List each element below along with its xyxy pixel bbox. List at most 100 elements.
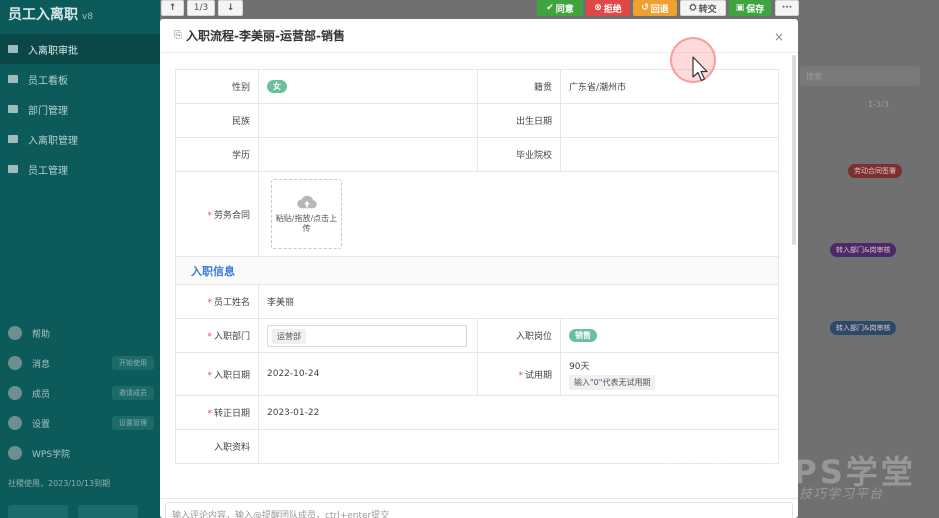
native-label: 籍贯 <box>477 69 561 104</box>
grid-icon <box>8 105 18 113</box>
sidebar-item-messages[interactable]: 消息 开始使用 <box>0 348 160 378</box>
modal-title: 入职流程-李美丽-运营部-销售 <box>186 29 345 43</box>
sidebar-item-onboarding[interactable]: 入离职管理 <box>0 124 160 154</box>
required-mark: * <box>207 332 212 342</box>
sidebar-nav: 入离职审批 员工看板 部门管理 入离职管理 员工管理 <box>0 34 160 184</box>
status-badge-contract: 劳动合同签署 <box>848 164 902 178</box>
more-button[interactable]: ··· <box>775 0 799 16</box>
reject-button[interactable]: ⊗ 拒绝 <box>586 0 630 16</box>
scrollbar[interactable] <box>792 55 796 495</box>
dept-input[interactable]: 运营部 <box>267 324 467 347</box>
sidebar-item-dashboard[interactable]: 员工看板 <box>0 64 160 94</box>
toolbar: ↑ 1/3 ↓ ✔ 同意 ⊗ 拒绝 ↺ 回退 ⛭ 转交 ▣ 保存 ··· <box>0 0 939 16</box>
person-icon <box>8 165 18 173</box>
date-value[interactable]: 2022-10-24 <box>258 352 478 396</box>
form-row-ethnic: 民族 出生日期 <box>175 103 779 138</box>
required-mark: * <box>207 298 212 308</box>
pager: 1-3/3 <box>868 100 889 109</box>
footer-button-right[interactable] <box>78 505 138 518</box>
trial-value: 90天 <box>569 361 590 372</box>
close-icon[interactable]: × <box>774 30 784 44</box>
dept-label: * 入职部门 <box>175 318 259 353</box>
name-value[interactable]: 李美丽 <box>258 284 779 319</box>
gear-icon <box>8 416 22 430</box>
wps-logo-icon <box>665 449 745 499</box>
status-badge-transfer-2: 转入部门&岗审核 <box>830 321 897 335</box>
search-input[interactable]: 搜索 <box>800 66 920 86</box>
upload-hint: 粘贴/拖放/点击上传 <box>275 214 338 233</box>
required-mark: * <box>207 409 212 419</box>
gender-tag: 女 <box>267 80 287 93</box>
form-table: 性别 女 籍贯 广东省/潮州市 民族 出生日期 学历 毕业院校 * 劳务合同 粘贴… <box>175 69 779 464</box>
cursor-icon <box>692 56 708 82</box>
education-value[interactable] <box>258 137 478 172</box>
save-button[interactable]: ▣ 保存 <box>729 0 771 16</box>
trial-label: * 试用期 <box>477 352 561 396</box>
native-value[interactable]: 广东省/潮州市 <box>560 69 779 104</box>
section-title: 入职信息 <box>175 256 779 285</box>
scrollbar-thumb[interactable] <box>792 55 796 245</box>
help-icon <box>8 326 22 340</box>
regular-value[interactable]: 2023-01-22 <box>258 395 779 430</box>
sidebar-item-help[interactable]: 帮助 <box>0 318 160 348</box>
undo-icon: ↺ <box>641 3 649 13</box>
check-icon: ✔ <box>546 3 554 13</box>
transfer-button[interactable]: ⛭ 转交 <box>680 0 726 16</box>
next-record-button[interactable]: ↓ <box>218 0 243 16</box>
form-row-date: * 入职日期 2022-10-24 * 试用期 90天 输入"0"代表无试用期 <box>175 352 779 396</box>
section-header: 入职信息 <box>175 256 779 285</box>
post-label: 入职岗位 <box>477 318 561 353</box>
form-row-regular: * 转正日期 2023-01-22 <box>175 395 779 430</box>
date-label: * 入职日期 <box>175 352 259 396</box>
license-note: 社稷使用，2023/10/13到期 <box>8 479 111 488</box>
dept-cell: 运营部 <box>258 318 478 353</box>
form-row-name: * 员工姓名 李美丽 <box>175 284 779 319</box>
dept-tag: 运营部 <box>272 328 306 344</box>
watermark-sub: Office技巧学习平台 <box>755 487 884 502</box>
sidebar-item-settings[interactable]: 设置 设置管理 <box>0 408 160 438</box>
school-value[interactable] <box>560 137 779 172</box>
floppy-icon: ▣ <box>735 3 745 13</box>
arrow-up-icon: ↑ <box>168 3 177 13</box>
person-icon: ⛭ <box>689 3 697 13</box>
arrow-down-icon: ↓ <box>226 3 235 13</box>
sidebar-item-employees[interactable]: 员工管理 <box>0 154 160 184</box>
gender-value: 女 <box>258 69 478 104</box>
name-label: * 员工姓名 <box>175 284 259 319</box>
ethnic-value[interactable] <box>258 103 478 138</box>
document-icon: ⎘ <box>174 30 182 41</box>
invite-pill[interactable]: 邀请成员 <box>112 386 154 400</box>
sidebar-bottom: 帮助 消息 开始使用 成员 邀请成员 设置 设置管理 WPS学院 <box>0 318 160 468</box>
gender-label: 性别 <box>175 69 259 104</box>
agree-button[interactable]: ✔ 同意 <box>537 0 583 16</box>
rollback-button[interactable]: ↺ 回退 <box>633 0 677 16</box>
required-mark: * <box>207 210 212 221</box>
chart-icon <box>8 75 18 83</box>
sidebar-item-departments[interactable]: 部门管理 <box>0 94 160 124</box>
ethnic-label: 民族 <box>175 103 259 138</box>
cloud-upload-icon <box>296 195 317 209</box>
members-icon <box>8 386 22 400</box>
settings-pill[interactable]: 设置管理 <box>112 416 154 430</box>
birth-value[interactable] <box>560 103 779 138</box>
sidebar-item-members[interactable]: 成员 邀请成员 <box>0 378 160 408</box>
trial-hint: 输入"0"代表无试用期 <box>569 374 656 390</box>
folder-icon <box>8 45 18 53</box>
sidebar: 员工入离职 v8 入离职审批 员工看板 部门管理 入离职管理 员工管理 帮助 消息… <box>0 0 160 518</box>
upload-area[interactable]: 粘贴/拖放/点击上传 <box>271 179 342 249</box>
contract-label: * 劳务合同 <box>175 171 259 257</box>
start-pill[interactable]: 开始使用 <box>112 356 154 370</box>
education-label: 学历 <box>175 137 259 172</box>
required-mark: * <box>518 370 523 381</box>
post-value: 销售 <box>560 318 779 353</box>
sidebar-item-wps-academy[interactable]: WPS学院 <box>0 438 160 468</box>
record-counter: 1/3 <box>187 0 215 16</box>
status-badge-transfer-1: 转入部门&岗审核 <box>830 243 897 257</box>
footer-buttons <box>8 505 138 518</box>
prev-record-button[interactable]: ↑ <box>161 0 184 16</box>
bell-icon <box>8 356 22 370</box>
sidebar-item-approval[interactable]: 入离职审批 <box>0 34 160 64</box>
birth-label: 出生日期 <box>477 103 561 138</box>
trial-cell[interactable]: 90天 输入"0"代表无试用期 <box>560 352 779 396</box>
footer-button-left[interactable] <box>8 505 68 518</box>
